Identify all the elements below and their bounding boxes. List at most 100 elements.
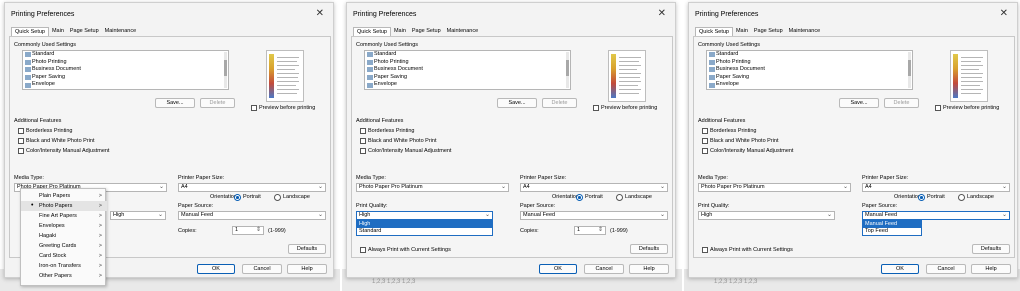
help-button[interactable]: Help <box>971 264 1011 274</box>
tab-maintenance[interactable]: Maintenance <box>786 27 824 36</box>
borderless-checkbox[interactable] <box>360 128 366 134</box>
list-item[interactable]: Photo Printing <box>707 59 912 67</box>
landscape-radio[interactable] <box>274 194 281 201</box>
tab-quick-setup[interactable]: Quick Setup <box>353 27 391 36</box>
list-item[interactable]: Standard <box>365 51 570 59</box>
ok-button[interactable]: OK <box>197 264 235 274</box>
source-option-top-feed[interactable]: Top Feed <box>863 228 921 235</box>
tab-page-setup[interactable]: Page Setup <box>409 27 444 36</box>
tab-main[interactable]: Main <box>49 27 67 36</box>
menu-item-hagaki[interactable]: Hagaki > <box>21 231 107 241</box>
close-icon[interactable]: ✕ <box>658 8 666 19</box>
help-button[interactable]: Help <box>629 264 669 274</box>
cancel-button[interactable]: Cancel <box>584 264 624 274</box>
paper-size-select[interactable]: A4 ⌄ <box>520 183 668 192</box>
ok-button[interactable]: OK <box>881 264 919 274</box>
paper-size-select[interactable]: A4 ⌄ <box>178 183 326 192</box>
copies-input[interactable]: 1 ⇕ <box>574 226 606 235</box>
bw-photo-checkbox[interactable] <box>360 138 366 144</box>
list-item[interactable]: Photo Printing <box>23 59 228 67</box>
color-adjust-checkbox[interactable] <box>18 148 24 154</box>
landscape-radio[interactable] <box>958 194 965 201</box>
close-icon[interactable]: ✕ <box>1000 8 1008 19</box>
paper-size-select[interactable]: A4 ⌄ <box>862 183 1010 192</box>
source-option-manual-feed[interactable]: Manual Feed <box>863 221 921 228</box>
tab-page-setup[interactable]: Page Setup <box>751 27 786 36</box>
borderless-checkbox[interactable] <box>702 128 708 134</box>
defaults-button[interactable]: Defaults <box>972 244 1010 254</box>
list-scrollbar[interactable] <box>224 52 227 88</box>
menu-item-envelopes[interactable]: Envelopes > <box>21 221 107 231</box>
list-item[interactable]: Standard <box>23 51 228 59</box>
preview-checkbox[interactable] <box>251 105 257 111</box>
save-button[interactable]: Save... <box>839 98 879 108</box>
bw-photo-checkbox[interactable] <box>702 138 708 144</box>
ok-button[interactable]: OK <box>539 264 577 274</box>
list-item[interactable]: Paper Saving <box>365 74 570 82</box>
list-item[interactable]: Business Document <box>23 66 228 74</box>
delete-button[interactable]: Delete <box>542 98 577 108</box>
color-adjust-checkbox[interactable] <box>360 148 366 154</box>
list-scrollbar[interactable] <box>566 52 569 88</box>
commonly-used-settings-list[interactable]: Standard Photo Printing Business Documen… <box>706 50 913 90</box>
tab-maintenance[interactable]: Maintenance <box>102 27 140 36</box>
paper-source-select[interactable]: Manual Feed ⌄ <box>520 211 668 220</box>
portrait-radio[interactable] <box>576 194 583 201</box>
paper-source-select[interactable]: Manual Feed ⌄ <box>178 211 326 220</box>
delete-button[interactable]: Delete <box>884 98 919 108</box>
bw-photo-checkbox[interactable] <box>18 138 24 144</box>
commonly-used-settings-list[interactable]: Standard Photo Printing Business Documen… <box>364 50 571 90</box>
list-item[interactable]: Photo Printing <box>365 59 570 67</box>
paper-source-select[interactable]: Manual Feed ⌄ <box>862 211 1010 220</box>
preview-checkbox[interactable] <box>935 105 941 111</box>
quality-option-standard[interactable]: Standard <box>357 228 492 235</box>
tab-main[interactable]: Main <box>391 27 409 36</box>
always-print-checkbox[interactable] <box>360 247 366 253</box>
tab-quick-setup[interactable]: Quick Setup <box>695 27 733 36</box>
close-icon[interactable]: ✕ <box>316 8 324 19</box>
always-print-checkbox[interactable] <box>702 247 708 253</box>
tab-main[interactable]: Main <box>733 27 751 36</box>
defaults-button[interactable]: Defaults <box>630 244 668 254</box>
portrait-radio[interactable] <box>918 194 925 201</box>
list-item[interactable]: Envelope <box>707 81 912 89</box>
preview-checkbox[interactable] <box>593 105 599 111</box>
cancel-button[interactable]: Cancel <box>242 264 282 274</box>
print-quality-select[interactable]: High ⌄ <box>698 211 835 220</box>
menu-item-card-stock[interactable]: Card Stock > <box>21 251 107 261</box>
menu-item-fine-art-papers[interactable]: Fine Art Papers > <box>21 211 107 221</box>
list-scrollbar[interactable] <box>908 52 911 88</box>
portrait-radio[interactable] <box>234 194 241 201</box>
save-button[interactable]: Save... <box>497 98 537 108</box>
media-type-select[interactable]: Photo Paper Pro Platinum ⌄ <box>356 183 509 192</box>
list-item[interactable]: Business Document <box>707 66 912 74</box>
landscape-radio[interactable] <box>616 194 623 201</box>
list-item[interactable]: Envelope <box>365 81 570 89</box>
list-item[interactable]: Business Document <box>365 66 570 74</box>
menu-item-plain-papers[interactable]: Plain Papers > <box>21 191 107 201</box>
quality-option-high[interactable]: High <box>357 221 492 228</box>
tab-quick-setup[interactable]: Quick Setup <box>11 27 49 36</box>
list-item[interactable]: Paper Saving <box>707 74 912 82</box>
save-button[interactable]: Save... <box>155 98 195 108</box>
menu-item-iron-on-transfers[interactable]: Iron-on Transfers > <box>21 261 107 271</box>
menu-item-other-papers[interactable]: Other Papers > <box>21 271 107 281</box>
tab-page-setup[interactable]: Page Setup <box>67 27 102 36</box>
list-item[interactable]: Envelope <box>23 81 228 89</box>
menu-item-photo-papers[interactable]: • Photo Papers > <box>21 201 107 211</box>
defaults-button[interactable]: Defaults <box>288 244 326 254</box>
media-type-select[interactable]: Photo Paper Pro Platinum ⌄ <box>698 183 851 192</box>
list-item[interactable]: Standard <box>707 51 912 59</box>
menu-item-greeting-cards[interactable]: Greeting Cards > <box>21 241 107 251</box>
copies-input[interactable]: 1 ⇕ <box>232 226 264 235</box>
help-button[interactable]: Help <box>287 264 327 274</box>
list-item[interactable]: Paper Saving <box>23 74 228 82</box>
cancel-button[interactable]: Cancel <box>926 264 966 274</box>
tab-maintenance[interactable]: Maintenance <box>444 27 482 36</box>
delete-button[interactable]: Delete <box>200 98 235 108</box>
borderless-checkbox[interactable] <box>18 128 24 134</box>
print-quality-select[interactable]: High ⌄ <box>110 211 166 220</box>
color-adjust-checkbox[interactable] <box>702 148 708 154</box>
commonly-used-settings-list[interactable]: Standard Photo Printing Business Documen… <box>22 50 229 90</box>
print-quality-select[interactable]: High ⌄ <box>356 211 493 220</box>
